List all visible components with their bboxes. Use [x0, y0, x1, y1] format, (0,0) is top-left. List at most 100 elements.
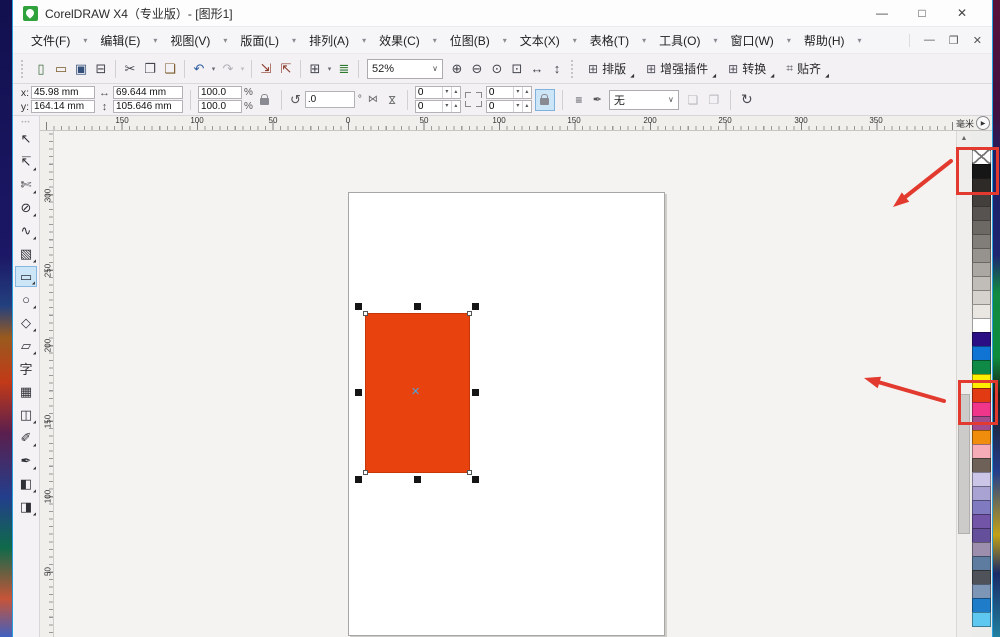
palette-swatch[interactable] — [972, 318, 991, 333]
table-tool[interactable]: ▦ — [15, 381, 37, 402]
corner-node-top-right[interactable] — [467, 311, 472, 316]
vertical-ruler[interactable]: 300 250 200 150 100 50 0 — [40, 131, 54, 637]
zoom-page-width-icon[interactable]: ↔ — [527, 59, 547, 79]
palette-swatch[interactable] — [972, 486, 991, 501]
palette-swatch[interactable] — [972, 206, 991, 221]
outline-width-combobox[interactable]: 无 ∨ — [608, 89, 679, 110]
scroll-up-icon[interactable]: ▲ — [957, 131, 971, 146]
menu-item-text[interactable]: 文本(X) — [512, 29, 568, 52]
redo-caret-icon[interactable]: ▾ — [238, 59, 247, 79]
maximize-button[interactable]: □ — [902, 2, 942, 24]
save-icon[interactable]: ▣ — [71, 59, 91, 79]
palette-swatch[interactable] — [972, 430, 991, 445]
corner-radius-lock-button[interactable] — [534, 88, 555, 111]
palette-swatch[interactable] — [972, 472, 991, 487]
palette-swatch[interactable] — [972, 402, 991, 417]
palette-swatch[interactable] — [972, 584, 991, 599]
doc-minimize-icon[interactable]: — — [924, 34, 935, 46]
object-width-field[interactable] — [113, 86, 183, 99]
palette-swatch[interactable] — [972, 192, 991, 207]
palette-swatch[interactable] — [972, 262, 991, 277]
palette-swatch[interactable] — [972, 458, 991, 473]
to-front-button[interactable]: ❏ — [684, 90, 702, 110]
cut-icon[interactable]: ✂ — [120, 59, 140, 79]
doc-close-icon[interactable]: ✕ — [973, 34, 982, 47]
menu-item-bitmaps[interactable]: 位图(B) — [442, 29, 498, 52]
welcome-screen-icon[interactable]: ≣ — [334, 59, 354, 79]
menu-item-view[interactable]: 视图(V) — [162, 29, 218, 52]
menu-item-window[interactable]: 窗口(W) — [722, 29, 781, 52]
outline-pen-tool[interactable]: ✒ — [15, 450, 37, 471]
object-height-field[interactable] — [113, 100, 183, 113]
application-launcher-icon[interactable]: ⊞ — [305, 59, 325, 79]
corner-node-top-left[interactable] — [363, 311, 368, 316]
close-button[interactable]: ✕ — [942, 2, 982, 24]
open-icon[interactable]: ▭ — [51, 59, 71, 79]
undo-caret-icon[interactable]: ▾ — [209, 59, 218, 79]
export-icon[interactable]: ⇱ — [276, 59, 296, 79]
palette-swatch[interactable] — [972, 570, 991, 585]
paste-icon[interactable]: ❏ — [160, 59, 180, 79]
corner-node-bottom-left[interactable] — [363, 470, 368, 475]
palette-swatch[interactable] — [972, 248, 991, 263]
scale-lock-button[interactable] — [256, 90, 274, 110]
typesetting-button[interactable]: ⊞ 排版 — [581, 58, 634, 80]
launcher-caret-icon[interactable]: ▾ — [325, 59, 334, 79]
palette-swatch[interactable] — [972, 444, 991, 459]
text-tool[interactable]: 字 — [15, 358, 37, 379]
zoom-level-combobox[interactable]: 52% ∨ — [367, 58, 443, 79]
palette-swatch[interactable] — [972, 234, 991, 249]
zoom-in-icon[interactable]: ⊕ — [447, 59, 467, 79]
palette-swatch[interactable] — [972, 556, 991, 571]
corner-radius-bl-stepper[interactable]: ▾▴ — [414, 100, 461, 113]
palette-swatch[interactable] — [972, 164, 991, 179]
palette-swatch[interactable] — [972, 178, 991, 193]
shape-tool[interactable]: ↸ — [15, 151, 37, 172]
ellipse-tool[interactable]: ○ — [15, 289, 37, 310]
undo-icon[interactable]: ↶ — [189, 59, 209, 79]
palette-swatch[interactable] — [972, 388, 991, 403]
corner-node-bottom-right[interactable] — [467, 470, 472, 475]
selection-handle-top-center[interactable] — [414, 303, 421, 310]
palette-swatch[interactable] — [972, 332, 991, 347]
eyedropper-tool[interactable]: ✐ — [15, 427, 37, 448]
rectangle-tool[interactable]: ▭ — [15, 266, 37, 287]
convert-to-curves-button[interactable]: ↻ — [738, 90, 756, 110]
palette-swatch[interactable] — [972, 612, 991, 627]
interactive-fill-tool[interactable]: ◨ — [15, 496, 37, 517]
horizontal-ruler[interactable]: 150 100 50 0 50 100 150 200 250 300 350 — [40, 116, 956, 131]
palette-swatch[interactable] — [972, 346, 991, 361]
print-icon[interactable]: ⊟ — [91, 59, 111, 79]
wrap-text-button[interactable]: ≡ — [570, 90, 588, 110]
no-color[interactable] — [972, 148, 991, 165]
palette-swatch[interactable] — [972, 360, 991, 375]
palette-swatch[interactable] — [972, 598, 991, 613]
palette-swatch[interactable] — [972, 276, 991, 291]
corner-radius-br-stepper[interactable]: ▾▴ — [485, 100, 532, 113]
new-document-icon[interactable]: ▯ — [31, 59, 51, 79]
redo-icon[interactable]: ↷ — [218, 59, 238, 79]
menu-item-edit[interactable]: 编辑(E) — [92, 29, 148, 52]
smart-fill-tool[interactable]: ▧ — [15, 243, 37, 264]
corner-radius-tr-stepper[interactable]: ▾▴ — [485, 86, 532, 99]
palette-swatch[interactable] — [972, 514, 991, 529]
selection-handle-bottom-left[interactable] — [355, 476, 362, 483]
to-back-button[interactable]: ❐ — [705, 90, 723, 110]
menu-item-file[interactable]: 文件(F) — [23, 29, 78, 52]
pick-tool[interactable]: ↖ — [15, 128, 37, 149]
drawing-canvas[interactable]: ✕ — [54, 131, 956, 637]
palette-swatch[interactable] — [972, 416, 991, 431]
polygon-tool[interactable]: ◇ — [15, 312, 37, 333]
zoom-out-icon[interactable]: ⊖ — [467, 59, 487, 79]
doc-restore-icon[interactable]: ❐ — [949, 34, 959, 47]
y-position-field[interactable] — [31, 100, 95, 113]
selection-handle-top-right[interactable] — [472, 303, 479, 310]
vertical-scrollbar[interactable]: ▲ — [956, 131, 971, 637]
palette-swatch[interactable] — [972, 500, 991, 515]
import-icon[interactable]: ⇲ — [256, 59, 276, 79]
palette-swatch[interactable] — [972, 290, 991, 305]
scale-vertical-field[interactable] — [198, 100, 242, 113]
interactive-blend-tool[interactable]: ◫ — [15, 404, 37, 425]
palette-swatch[interactable] — [972, 220, 991, 235]
zoom-selected-icon[interactable]: ⊙ — [487, 59, 507, 79]
